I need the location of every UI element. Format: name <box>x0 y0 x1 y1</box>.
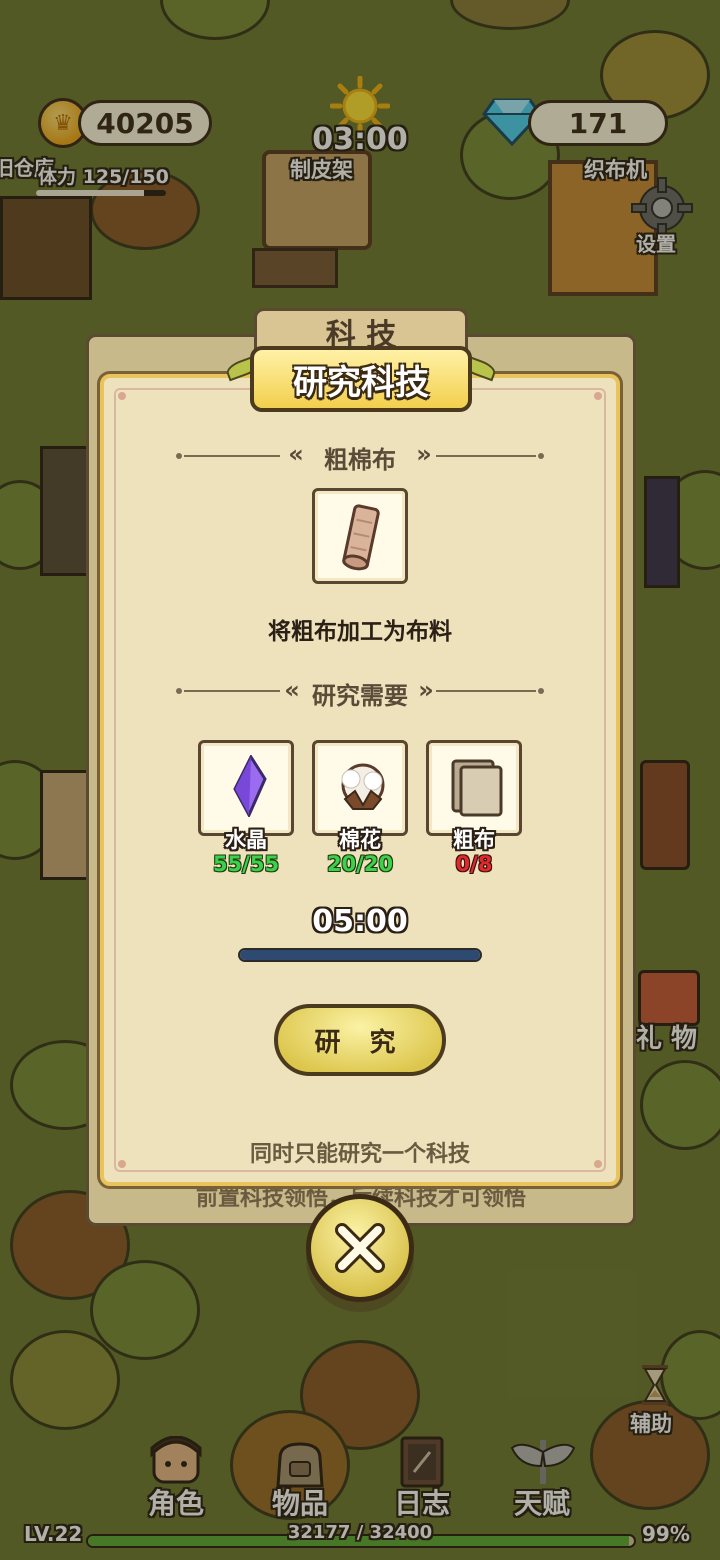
dialog-title: 研究科技 <box>250 346 472 412</box>
tech-name-decor-right: » <box>416 440 432 468</box>
tech-description: 将粗布加工为布料 <box>268 619 452 645</box>
tech-name-decor-left: « <box>288 440 304 468</box>
research-progress-bar <box>238 948 482 962</box>
requirement-name-coarse-cloth: 粗布 <box>453 828 495 852</box>
close-icon <box>330 1218 390 1278</box>
cotton-icon <box>333 759 393 815</box>
requirement-name-crystal: 水晶 <box>225 828 267 852</box>
requirements-decor-left: « <box>284 676 300 704</box>
game-scene: ♛ 40205 03:00 171 旧仓库 体力 125/150 制皮架 织布机 <box>0 0 720 1560</box>
requirement-count-coarse-cloth: 0/8 <box>455 852 493 876</box>
coarse-cloth-icon <box>447 755 507 819</box>
requirements-title: 研究需要 <box>312 682 408 710</box>
tech-name: 粗棉布 <box>324 446 396 474</box>
research-progress-fill <box>240 950 480 960</box>
requirement-count-cotton: 20/20 <box>326 852 394 876</box>
research-note: 同时只能研究一个科技 <box>249 1142 470 1167</box>
research-duration: 05:00 <box>312 904 408 939</box>
research-button-label: 研 究 <box>314 1027 406 1058</box>
requirement-count-crystal: 55/55 <box>212 852 280 876</box>
tech-item-slot <box>312 488 408 584</box>
requirement-slot-coarse-cloth[interactable] <box>426 740 522 836</box>
requirement-slot-crystal[interactable] <box>198 740 294 836</box>
requirement-name-cotton: 棉花 <box>339 828 381 852</box>
close-button[interactable] <box>306 1194 414 1302</box>
cloth-roll-icon <box>339 501 383 573</box>
requirement-slot-cotton[interactable] <box>312 740 408 836</box>
crystal-icon <box>231 753 267 819</box>
research-button[interactable]: 研 究 <box>274 1004 446 1076</box>
requirements-decor-right: » <box>418 676 434 704</box>
